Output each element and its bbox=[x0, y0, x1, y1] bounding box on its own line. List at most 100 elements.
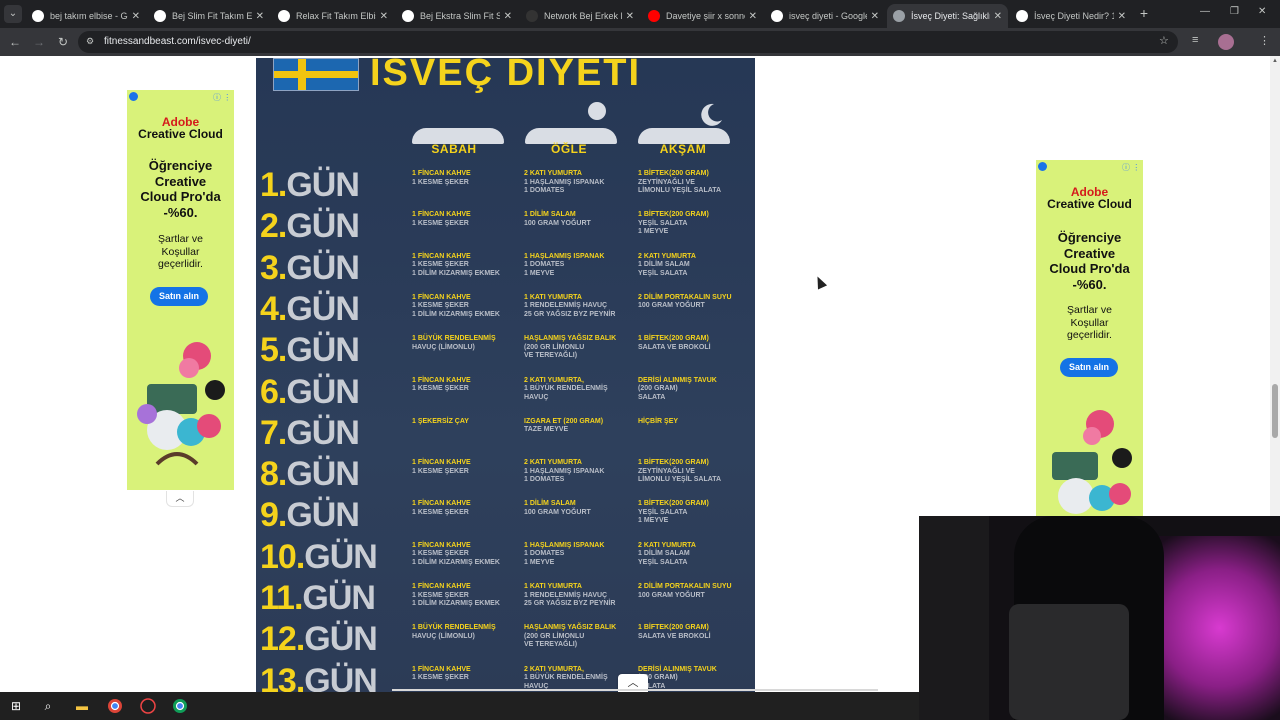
meal-item: 2 KATI YUMURTA, bbox=[524, 665, 584, 673]
close-tab-icon[interactable]: ✕ bbox=[132, 11, 140, 22]
meal-item: LİMONLU YEŞİL SALATA bbox=[638, 187, 722, 194]
meal-item: YEŞİL SALATA bbox=[638, 558, 688, 566]
ad-info-icon[interactable]: ⓘ ⋮ bbox=[213, 92, 231, 103]
ad-cta-button[interactable]: Satın alın bbox=[1060, 358, 1118, 377]
meal-item: 1 FİNCAN KAHVE bbox=[412, 376, 471, 384]
meal-item: 1 DOMATES bbox=[524, 550, 565, 558]
mouse-cursor-icon bbox=[812, 274, 828, 290]
file-explorer-icon[interactable]: ▬ bbox=[74, 698, 90, 714]
close-tab-icon[interactable]: ✕ bbox=[504, 11, 512, 22]
browser-tab[interactable]: İsveç Diyeti: Sağlıklı ✕ bbox=[887, 4, 1008, 28]
diet-day-row: 6.GÜN 1 FİNCAN KAHVE 1 KESME ŞEKER 2 KATI Y… bbox=[256, 373, 755, 418]
ad-terms-line: Koşullar bbox=[161, 245, 200, 258]
windows-start-icon[interactable]: ⊞ bbox=[8, 698, 24, 714]
ad-right[interactable]: ⓘ ⋮ Adobe Creative Cloud Öğrenciye Creat… bbox=[1036, 160, 1143, 520]
close-window-icon[interactable]: ✕ bbox=[1258, 6, 1266, 17]
maximize-icon[interactable]: ❐ bbox=[1230, 6, 1239, 17]
tab-search-button[interactable]: ⌄ bbox=[4, 5, 22, 23]
ad-collapse-button[interactable]: ︿ bbox=[166, 491, 194, 507]
meal-ogle: HAŞLANMIŞ YAĞSIZ BALIK (200 GR LİMONLU VE … bbox=[524, 335, 638, 361]
bookmark-star-icon[interactable]: ☆ bbox=[1159, 34, 1169, 47]
meal-item: 1 DİLİM KIZARMIŞ EKMEK bbox=[412, 310, 500, 318]
browser-tab[interactable]: Bej Slim Fit Takım Elbise ✕ bbox=[148, 4, 270, 28]
browser-tab[interactable]: Network Bej Erkek Bej ✕ bbox=[520, 4, 640, 28]
back-button[interactable]: ← bbox=[6, 33, 24, 51]
close-tab-icon[interactable]: ✕ bbox=[1118, 11, 1126, 22]
meal-sabah: 1 FİNCAN KAHVE 1 KESME ŞEKER bbox=[412, 211, 526, 228]
webcam-overlay bbox=[919, 516, 1280, 720]
browser-tab[interactable]: Relax Fit Takım Elbise ✕ bbox=[272, 4, 394, 28]
menu-kebab-icon[interactable]: ⋮ bbox=[1259, 34, 1270, 47]
meal-sabah: 1 FİNCAN KAHVE 1 KESME ŞEKER bbox=[412, 459, 526, 476]
forward-button[interactable]: → bbox=[30, 33, 48, 51]
new-tab-button[interactable]: + bbox=[1136, 5, 1152, 21]
ad-brand: Adobe Creative Cloud bbox=[127, 116, 234, 140]
browser-tab[interactable]: Bej Ekstra Slim Fit Spor ✕ bbox=[396, 4, 518, 28]
day-suffix: GÜN bbox=[286, 166, 360, 204]
meal-item: DERİSİ ALINMIŞ TAVUK bbox=[638, 376, 717, 384]
meal-item: YEŞİL SALATA bbox=[638, 269, 688, 277]
close-tab-icon[interactable]: ✕ bbox=[380, 11, 388, 22]
profile-avatar[interactable] bbox=[1218, 34, 1234, 50]
meal-item: 1 KESME ŞEKER bbox=[412, 674, 469, 682]
close-tab-icon[interactable]: ✕ bbox=[871, 11, 879, 22]
address-bar[interactable]: ⚙ fitnessandbeast.com/isvec-diyeti/ bbox=[78, 31, 1178, 53]
ad-terms-line: Şartlar ve bbox=[158, 233, 203, 245]
minimize-icon[interactable]: — bbox=[1200, 6, 1210, 17]
diet-day-row: 8.GÜN 1 FİNCAN KAHVE 1 KESME ŞEKER 2 KATI Y… bbox=[256, 455, 755, 500]
ad-info-icon[interactable]: ⓘ ⋮ bbox=[1122, 162, 1140, 173]
browser-tab[interactable]: Davetiye şiir x sonne ✕ bbox=[642, 4, 763, 28]
close-tab-icon[interactable]: ✕ bbox=[626, 11, 634, 22]
meal-sabah: 1 FİNCAN KAHVE 1 KESME ŞEKER 1 DİLİM KIZAR… bbox=[412, 253, 526, 279]
scrollbar-thumb[interactable] bbox=[1272, 384, 1278, 438]
site-info-icon[interactable]: ⚙ bbox=[86, 36, 94, 47]
meal-item: 1 MEYVE bbox=[638, 517, 669, 525]
app-icon[interactable] bbox=[140, 698, 156, 714]
meal-aksam: 1 BİFTEK(200 GRAM) YEŞİL SALATA 1 MEYVE bbox=[638, 500, 752, 526]
meal-item: 1 HAŞLANMIŞ ISPANAK bbox=[524, 178, 605, 186]
meal-ogle: 1 KATI YUMURTA 1 RENDELENMİŞ HAVUÇ 25 GR Y… bbox=[524, 294, 638, 320]
adchoices-icon[interactable] bbox=[129, 92, 138, 101]
meal-item: (200 GR LİMONLU bbox=[524, 343, 585, 351]
chrome-profile-icon[interactable] bbox=[172, 698, 188, 714]
column-aksam: AKŞAM bbox=[659, 142, 707, 156]
close-tab-icon[interactable]: ✕ bbox=[256, 11, 264, 22]
ad-cta-button[interactable]: Satın alın bbox=[150, 287, 208, 306]
adchoices-icon[interactable] bbox=[1038, 162, 1047, 171]
meal-item: 1 DOMATES bbox=[524, 187, 565, 194]
browser-tab-strip: ⌄ bej takım elbise - Google✕Bej Slim Fit… bbox=[0, 0, 1280, 28]
meal-ogle: 1 DİLİM SALAM 100 GRAM YOĞURT bbox=[524, 211, 638, 228]
ad-left[interactable]: ⓘ ⋮ Adobe Creative Cloud Öğrenciye Creat… bbox=[127, 90, 234, 490]
search-icon[interactable]: ⌕ bbox=[40, 698, 56, 714]
browser-tab[interactable]: bej takım elbise - Google ✕ bbox=[26, 4, 146, 28]
column-ogle: ÖĞLE bbox=[550, 142, 587, 156]
close-tab-icon[interactable]: ✕ bbox=[994, 11, 1002, 22]
moon-icon bbox=[701, 103, 722, 126]
day-suffix: GÜN bbox=[286, 248, 360, 287]
meal-item: 1 DİLİM KIZARMIŞ EKMEK bbox=[412, 269, 500, 277]
address-url[interactable]: fitnessandbeast.com/isvec-diyeti/ bbox=[104, 36, 251, 47]
meal-item: 1 FİNCAN KAHVE bbox=[412, 541, 471, 549]
meal-aksam: 1 BİFTEK(200 GRAM) ZEYTİNYAĞLI VE LİMONLU … bbox=[638, 170, 752, 196]
scroll-up-arrow-icon[interactable]: ▲ bbox=[1272, 58, 1278, 64]
reload-button[interactable]: ↻ bbox=[54, 33, 72, 51]
chrome-icon[interactable] bbox=[107, 698, 123, 714]
day-number: 8. bbox=[260, 455, 287, 494]
close-tab-icon[interactable]: ✕ bbox=[749, 11, 757, 22]
diet-day-row: 11.GÜN 1 FİNCAN KAHVE 1 KESME ŞEKER 1 DİLİM… bbox=[256, 579, 755, 624]
ad-terms-line: geçerlidir. bbox=[158, 258, 203, 270]
media-control-icon[interactable]: ≡ bbox=[1192, 34, 1198, 46]
meal-item: 1 DİLİM SALAM bbox=[524, 500, 576, 508]
tab-title: İsveç Diyeti Nedir? 1 bbox=[1034, 11, 1114, 21]
ad-headline-line: Creative bbox=[1063, 245, 1116, 261]
google-icon bbox=[771, 10, 783, 22]
meal-aksam: 1 BİFTEK(200 GRAM) SALATA VE BROKOLİ bbox=[638, 335, 752, 352]
meal-item: HAŞLANMIŞ YAĞSIZ BALIK bbox=[524, 335, 617, 343]
day-suffix: GÜN bbox=[304, 537, 378, 576]
day-label: 12.GÜN bbox=[260, 620, 378, 659]
day-suffix: GÜN bbox=[286, 207, 360, 246]
day-suffix: GÜN bbox=[286, 455, 360, 494]
ad-brand-line2: Creative Cloud bbox=[1047, 197, 1132, 211]
browser-tab[interactable]: isveç diyeti - Google ✕ bbox=[765, 4, 885, 28]
browser-tab[interactable]: İsveç Diyeti Nedir? 1 ✕ bbox=[1010, 4, 1132, 28]
